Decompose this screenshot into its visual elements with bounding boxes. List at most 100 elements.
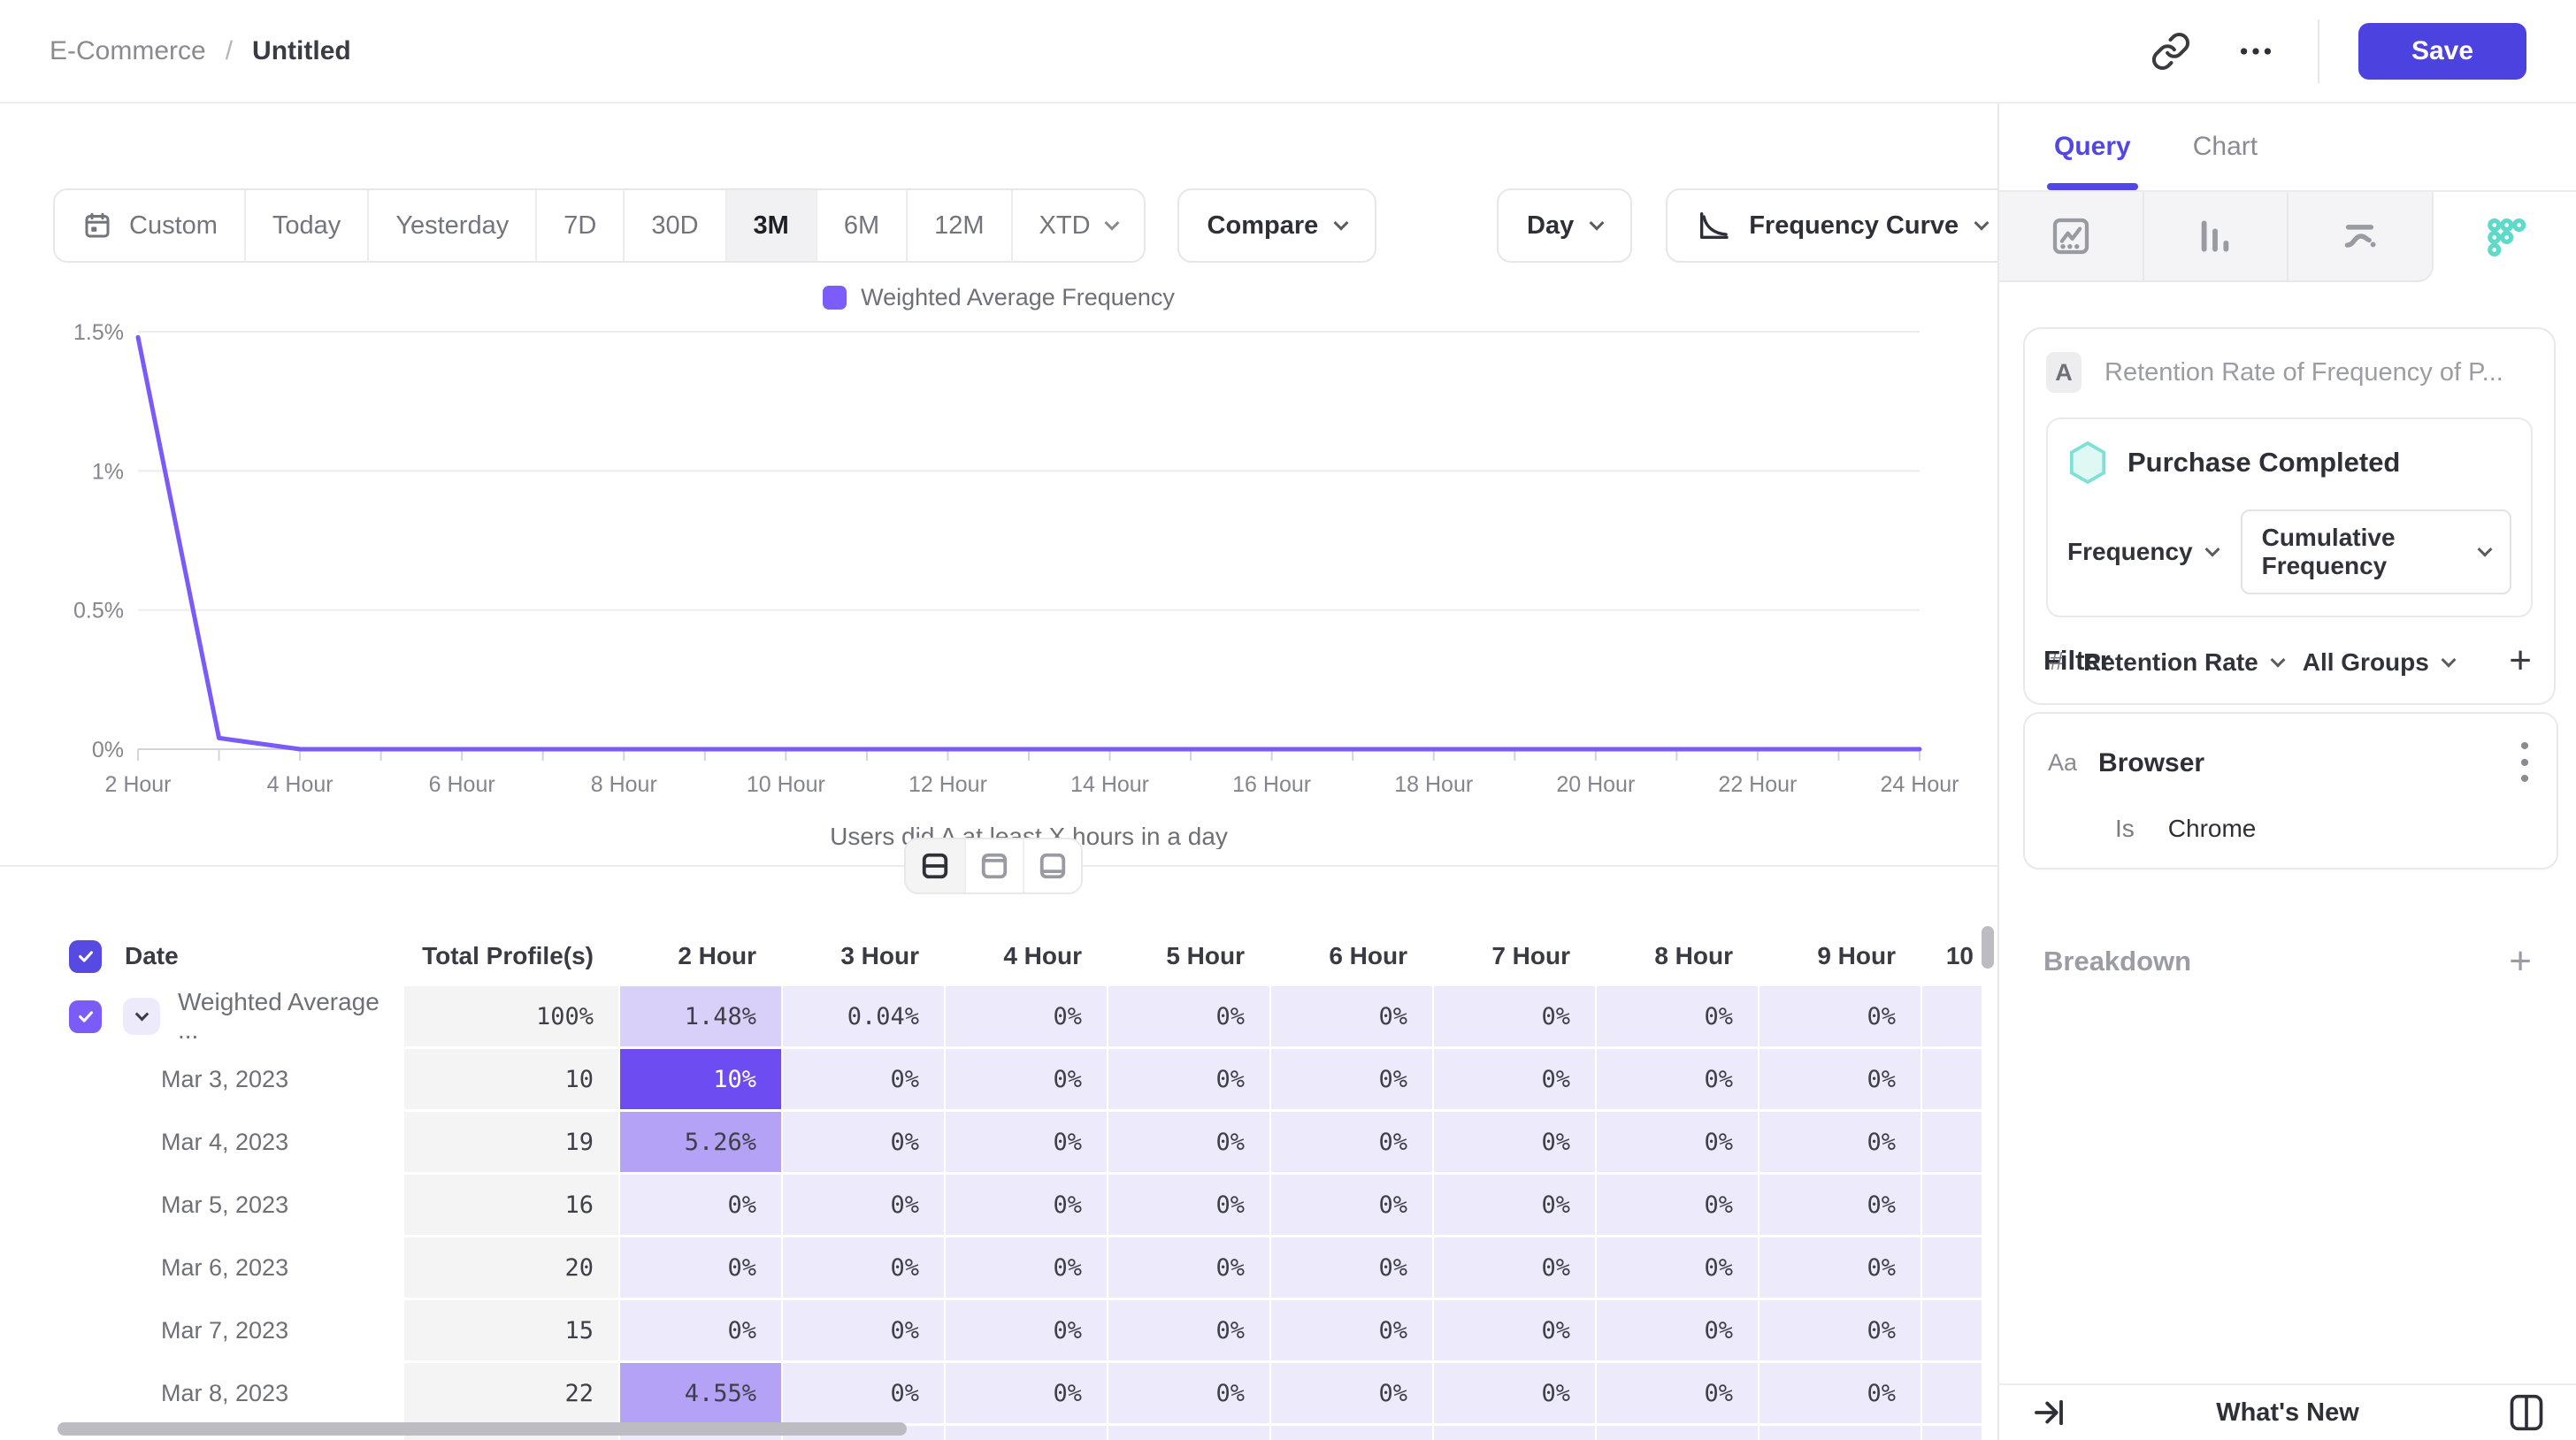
range-button-custom[interactable]: Custom	[55, 190, 244, 261]
range-button-7d[interactable]: 7D	[535, 190, 623, 261]
retention-cell[interactable]: 0%	[1271, 1175, 1432, 1235]
retention-cell[interactable]	[1922, 986, 1982, 1046]
retention-cell[interactable]	[1922, 1175, 1982, 1235]
tab-chart[interactable]: Chart	[2193, 103, 2258, 190]
table-row[interactable]: Mar 6, 2023200%0%0%0%0%0%0%0%	[53, 1237, 1982, 1298]
retention-cell[interactable]: 0%	[1760, 1300, 1920, 1360]
breadcrumb-parent[interactable]: E-Commerce	[50, 36, 206, 66]
retention-cell[interactable]	[1922, 1237, 1982, 1298]
retention-cell[interactable]: 0%	[1271, 1112, 1432, 1172]
retention-cell[interactable]: 0%	[1108, 1175, 1269, 1235]
column-header-7-hour[interactable]: 7 Hour	[1434, 929, 1595, 984]
breadcrumb-current[interactable]: Untitled	[252, 36, 351, 66]
range-button-30d[interactable]: 30D	[623, 190, 724, 261]
add-breakdown-button[interactable]: +	[2509, 942, 2532, 981]
tab-query[interactable]: Query	[2054, 103, 2131, 190]
retention-cell[interactable]: 0%	[1597, 1363, 1758, 1423]
compare-button[interactable]: Compare	[1177, 188, 1377, 263]
event-row[interactable]: Purchase Completed	[2067, 440, 2511, 485]
column-header-8-hour[interactable]: 8 Hour	[1597, 929, 1758, 984]
column-header-10[interactable]: 10	[1922, 929, 1982, 984]
frequency-curve-line[interactable]	[138, 337, 1920, 749]
retention-cell[interactable]: 0%	[783, 1300, 944, 1360]
column-header-4-hour[interactable]: 4 Hour	[946, 929, 1107, 984]
filter-card[interactable]: Aa Browser ••• Is Chrome	[2023, 712, 2558, 869]
retention-cell[interactable]: 1.48%	[620, 986, 781, 1046]
range-button-12m[interactable]: 12M	[906, 190, 1010, 261]
column-header-5-hour[interactable]: 5 Hour	[1108, 929, 1269, 984]
range-button-3m[interactable]: 3M	[725, 190, 816, 261]
table-row[interactable]: Mar 4, 2023195.26%0%0%0%0%0%0%0%	[53, 1112, 1982, 1172]
view-toggle-chart-only[interactable]	[964, 839, 1023, 892]
retention-cell[interactable]: 0%	[1108, 1049, 1269, 1109]
retention-cell[interactable]: 0%	[1597, 1175, 1758, 1235]
range-button-today[interactable]: Today	[244, 190, 367, 261]
retention-cell[interactable]: 0%	[1434, 1237, 1595, 1298]
table-row[interactable]: Mar 3, 20231010%0%0%0%0%0%0%0%	[53, 1049, 1982, 1109]
retention-cell[interactable]: 0%	[946, 1112, 1107, 1172]
horizontal-scrollbar[interactable]	[58, 1422, 907, 1436]
more-options-button[interactable]	[2233, 28, 2279, 74]
column-header-date[interactable]: Date	[53, 929, 402, 984]
granularity-dropdown[interactable]: Day	[1497, 188, 1632, 263]
retention-cell[interactable]: 0%	[1597, 986, 1758, 1046]
table-row[interactable]: Mar 8, 2023224.55%0%0%0%0%0%0%0%	[53, 1363, 1982, 1423]
filter-value[interactable]: Chrome	[2168, 815, 2257, 843]
row-checkbox[interactable]	[69, 1000, 102, 1033]
retention-cell[interactable]: 0%	[1108, 986, 1269, 1046]
retention-cell[interactable]	[1922, 1300, 1982, 1360]
add-filter-button[interactable]: +	[2509, 641, 2532, 680]
retention-cell[interactable]: 0%	[620, 1237, 781, 1298]
retention-cell[interactable]: 0%	[1597, 1237, 1758, 1298]
range-button-yesterday[interactable]: Yesterday	[367, 190, 535, 261]
retention-cell[interactable]: 0%	[783, 1049, 944, 1109]
retention-cell[interactable]: 0%	[1434, 986, 1595, 1046]
retention-cell[interactable]: 0%	[1434, 1363, 1595, 1423]
chart-type-flow[interactable]	[2288, 192, 2434, 282]
retention-cell[interactable]: 0%	[1597, 1112, 1758, 1172]
retention-cell[interactable]: 0%	[946, 1175, 1107, 1235]
select-all-checkbox[interactable]	[69, 940, 102, 973]
retention-cell[interactable]: 5.26%	[620, 1112, 781, 1172]
row-expander[interactable]	[123, 998, 160, 1035]
retention-cell[interactable]: 0%	[1434, 1049, 1595, 1109]
retention-cell[interactable]: 0%	[1108, 1112, 1269, 1172]
frequency-curve-chart[interactable]: 1.5%1%0.5%0%2 Hour4 Hour6 Hour8 Hour10 H…	[0, 265, 1997, 849]
column-header-2-hour[interactable]: 2 Hour	[620, 929, 781, 984]
retention-cell[interactable]: 0%	[946, 1300, 1107, 1360]
retention-cell[interactable]	[1922, 1049, 1982, 1109]
collapse-panel-button[interactable]	[2026, 1390, 2072, 1436]
retention-cell[interactable]: 0%	[1760, 1175, 1920, 1235]
query-step-header[interactable]: A Retention Rate of Frequency of P...	[2046, 352, 2533, 393]
retention-cell[interactable]: 0%	[620, 1300, 781, 1360]
total-profiles-cell[interactable]: 20	[404, 1237, 618, 1298]
view-toggle-split-view[interactable]	[906, 839, 964, 892]
filter-operator[interactable]: Is	[2115, 815, 2135, 843]
cumulative-frequency-dropdown[interactable]: Cumulative Frequency	[2241, 509, 2511, 594]
retention-cell[interactable]: 0%	[783, 1363, 944, 1423]
retention-cell[interactable]: 0%	[1108, 1363, 1269, 1423]
table-row[interactable]: Mar 7, 2023150%0%0%0%0%0%0%0%	[53, 1300, 1982, 1360]
total-profiles-cell[interactable]: 10	[404, 1049, 618, 1109]
retention-cell[interactable]: 0%	[1434, 1175, 1595, 1235]
share-link-button[interactable]	[2148, 28, 2194, 74]
total-profiles-cell[interactable]: 22	[404, 1363, 618, 1423]
column-header-3-hour[interactable]: 3 Hour	[783, 929, 944, 984]
retention-cell[interactable]: 0%	[1271, 986, 1432, 1046]
retention-cell[interactable]: 0%	[1434, 1300, 1595, 1360]
chart-mode-dropdown[interactable]: Frequency Curve	[1666, 188, 1997, 263]
frequency-dropdown[interactable]: Frequency	[2067, 538, 2218, 566]
chart-type-bar-chart[interactable]	[2144, 192, 2289, 282]
view-toggle-table-only[interactable]	[1023, 839, 1081, 892]
total-profiles-cell[interactable]: 15	[404, 1300, 618, 1360]
layout-panel-button[interactable]	[2503, 1390, 2549, 1436]
column-header-9-hour[interactable]: 9 Hour	[1760, 929, 1920, 984]
range-button-6m[interactable]: 6M	[816, 190, 906, 261]
retention-cell[interactable]: 0%	[946, 1363, 1107, 1423]
table-row[interactable]: Mar 5, 2023160%0%0%0%0%0%0%0%	[53, 1175, 1982, 1235]
column-header-6-hour[interactable]: 6 Hour	[1271, 929, 1432, 984]
retention-cell[interactable]: 0%	[1597, 1049, 1758, 1109]
retention-cell[interactable]: 0%	[783, 1175, 944, 1235]
retention-cell[interactable]: 0%	[1271, 1049, 1432, 1109]
retention-cell[interactable]: 0%	[946, 1237, 1107, 1298]
